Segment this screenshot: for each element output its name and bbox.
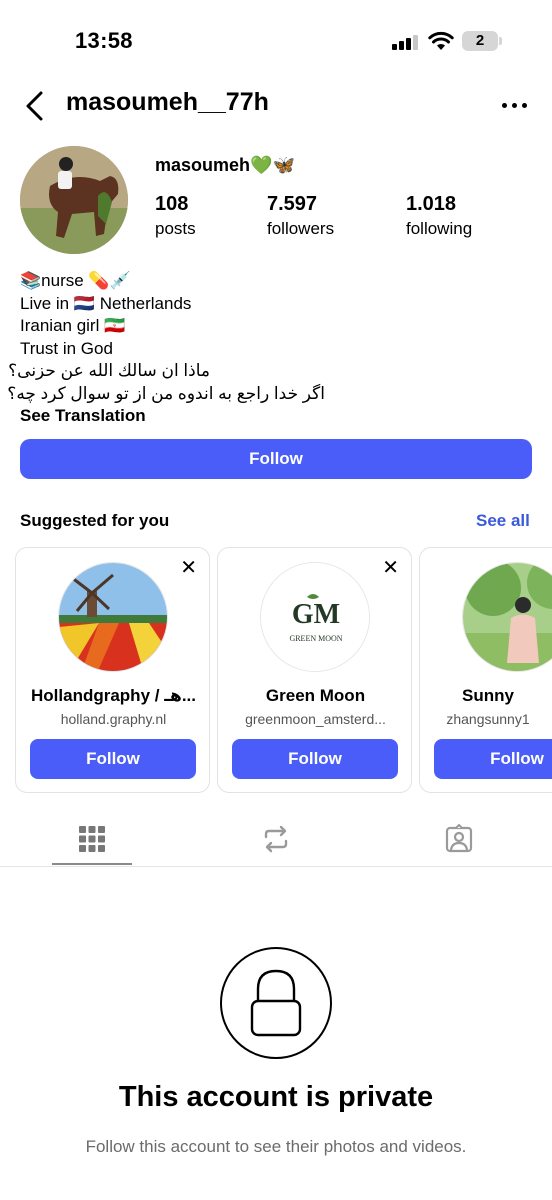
- suggested-avatar[interactable]: [58, 562, 168, 672]
- dismiss-icon[interactable]: ✕: [180, 558, 197, 578]
- bio-line: 📚nurse 💊💉: [20, 271, 131, 290]
- private-subtitle: Follow this account to see their photos …: [85, 1137, 467, 1156]
- svg-text:GM: GM: [292, 599, 340, 630]
- bio-line: Iranian girl 🇮🇷: [20, 316, 126, 335]
- suggested-title: Suggested for you: [20, 511, 170, 530]
- stat-following[interactable]: 1.018 following: [406, 192, 472, 240]
- avatar[interactable]: [20, 146, 128, 254]
- back-icon[interactable]: [22, 90, 50, 122]
- tulip-field-photo: [59, 563, 167, 671]
- grid-icon[interactable]: [77, 824, 107, 854]
- see-translation-link[interactable]: See Translation: [20, 405, 350, 428]
- suggested-name: Sunny: [462, 686, 514, 705]
- status-bar: 13:58 2: [0, 0, 552, 80]
- active-tab-indicator: [52, 863, 132, 865]
- suggested-follow-button[interactable]: Follow: [434, 739, 552, 779]
- stat-posts[interactable]: 108 posts: [155, 192, 196, 240]
- more-options-icon[interactable]: [502, 98, 530, 114]
- tab-divider: [0, 866, 552, 867]
- display-name: masoumeh💚🦋: [155, 155, 295, 175]
- suggested-handle: zhangsunny1: [446, 711, 530, 727]
- stat-value: 1.018: [406, 193, 457, 215]
- park-photo: [463, 563, 552, 671]
- dismiss-icon[interactable]: ✕: [382, 558, 399, 578]
- green-moon-logo: GM GREEN MOON: [261, 563, 369, 671]
- profile-username: masoumeh__77h: [66, 88, 269, 116]
- suggested-follow-button[interactable]: Follow: [232, 739, 398, 779]
- suggested-handle: greenmoon_amsterd...: [245, 711, 386, 727]
- logo-text: GREEN MOON: [289, 634, 342, 643]
- suggested-avatar[interactable]: GM GREEN MOON: [260, 562, 370, 672]
- stat-label: followers: [267, 219, 335, 238]
- bio-line: Live in 🇳🇱 Netherlands: [20, 293, 192, 313]
- suggested-name: Green Moon: [265, 686, 366, 705]
- bio-line: اگر خدا راجع به اندوه من از تو سوال کرد …: [7, 383, 325, 403]
- suggested-card[interactable]: ✕ GM GREEN MOON Green Moon greenmoon_ams…: [217, 547, 412, 793]
- see-all-link[interactable]: See all: [476, 511, 530, 531]
- avatar-photo: [20, 146, 128, 254]
- stat-value: 7.597: [267, 193, 318, 215]
- suggested-name: Hollandgraphy / هـ...: [31, 686, 196, 705]
- battery-level: 2: [475, 32, 485, 49]
- suggested-avatar[interactable]: [462, 562, 552, 672]
- cellular-signal-icon: [392, 34, 420, 50]
- suggested-card[interactable]: ✕ Hollandgraphy / هـ... holland.graphy.n…: [15, 547, 210, 793]
- wifi-icon: [428, 31, 454, 50]
- bio-line: Trust in God: [20, 338, 113, 358]
- battery-nub: [499, 37, 502, 45]
- private-title: This account is private: [118, 1081, 434, 1113]
- lock-icon: [220, 947, 332, 1059]
- status-time: 13:58: [75, 28, 133, 53]
- suggested-follow-button[interactable]: Follow: [30, 739, 196, 779]
- bio-line: ماذا ان سالك الله عن حزنى؟: [8, 361, 210, 380]
- bio: 📚nurse 💊💉 Live in 🇳🇱 Netherlands Iranian…: [7, 270, 350, 428]
- stat-label: following: [406, 219, 473, 238]
- reposts-icon[interactable]: [261, 824, 291, 854]
- stat-value: 108: [155, 193, 189, 215]
- suggested-handle: holland.graphy.nl: [60, 711, 167, 727]
- stat-label: posts: [155, 219, 196, 238]
- follow-button[interactable]: Follow: [20, 439, 532, 479]
- stat-followers[interactable]: 7.597 followers: [267, 192, 334, 240]
- tagged-icon[interactable]: [444, 824, 474, 854]
- suggested-card[interactable]: Sunny zhangsunny1 Follow: [419, 547, 552, 793]
- battery-icon: 2: [462, 31, 498, 51]
